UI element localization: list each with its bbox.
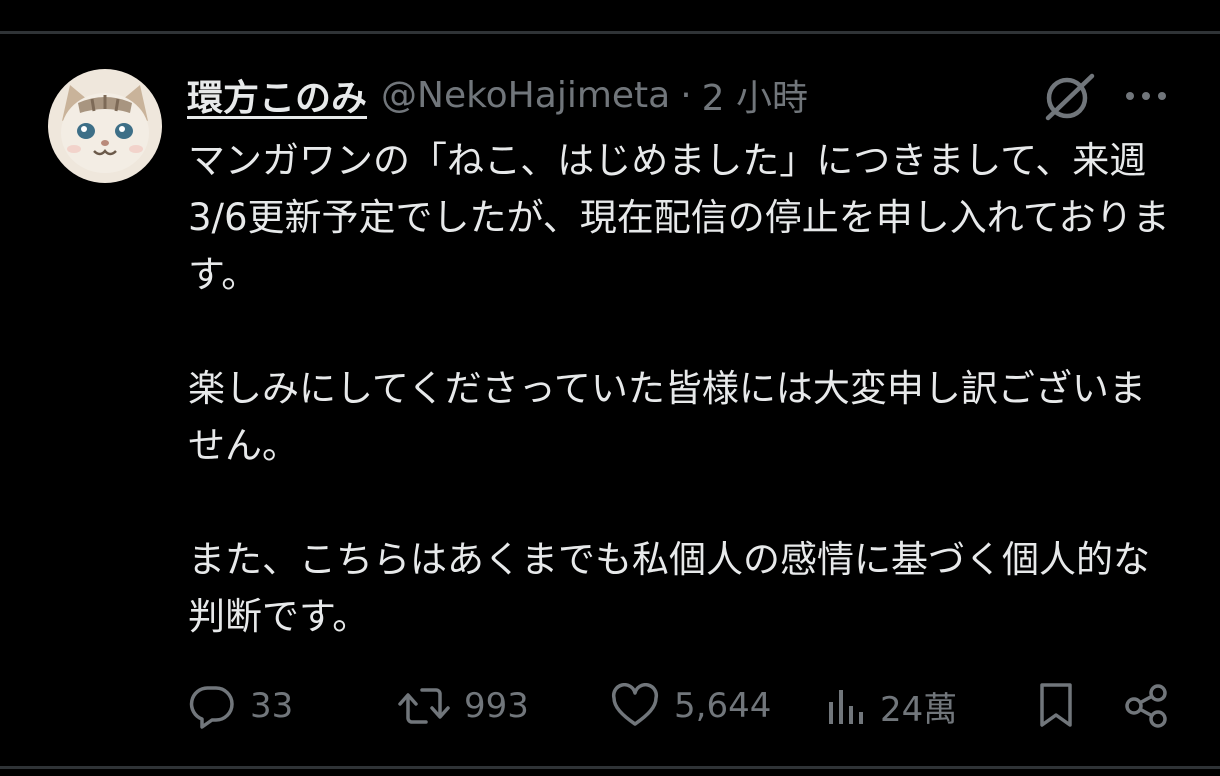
- more-icon[interactable]: [1124, 78, 1168, 114]
- header-separator: ·: [680, 74, 692, 116]
- user-handle[interactable]: @NekoHajimeta: [381, 75, 670, 116]
- reply-button[interactable]: 33: [188, 676, 293, 736]
- cat-avatar-icon: [48, 69, 162, 183]
- display-name[interactable]: 環方このみ: [187, 69, 367, 121]
- bottom-divider: [0, 766, 1220, 769]
- views-icon: [829, 690, 863, 724]
- avatar[interactable]: [48, 69, 162, 183]
- action-bar: 33 993 5,644 24萬: [0, 676, 1220, 736]
- like-count: 5,644: [674, 686, 772, 726]
- tweet-header: 環方このみ @NekoHajimeta · 2 小時: [187, 70, 808, 120]
- retweet-count: 993: [464, 686, 529, 726]
- views-count: 24萬: [880, 689, 958, 730]
- retweet-icon: [398, 688, 450, 724]
- retweet-button[interactable]: 993: [398, 676, 529, 736]
- tweet-paragraph: 楽しみにしてくださっていた皆様には大変申し訳ございません。: [188, 367, 1146, 467]
- grok-icon[interactable]: [1040, 70, 1098, 122]
- reply-count: 33: [250, 686, 294, 726]
- timestamp[interactable]: 2 小時: [702, 69, 808, 121]
- tweet-text: マンガワンの「ねこ、はじめました」につきまして、来週3/6更新予定でしたが、現在…: [188, 132, 1178, 645]
- tweet-paragraph: また、こちらはあくまでも私個人の感情に基づく個人的な判断です。: [188, 538, 1150, 638]
- tweet-paragraph: マンガワンの「ねこ、はじめました」につきまして、来週3/6更新予定でしたが、現在…: [188, 139, 1170, 296]
- like-icon: [611, 683, 659, 726]
- top-divider: [0, 31, 1220, 34]
- share-button[interactable]: [1122, 676, 1170, 736]
- like-button[interactable]: 5,644: [610, 676, 771, 736]
- bookmark-button[interactable]: [1036, 676, 1076, 736]
- views-button[interactable]: 24萬: [826, 676, 957, 736]
- bookmark-icon: [1040, 683, 1072, 727]
- share-icon: [1125, 684, 1167, 728]
- reply-icon: [189, 686, 234, 729]
